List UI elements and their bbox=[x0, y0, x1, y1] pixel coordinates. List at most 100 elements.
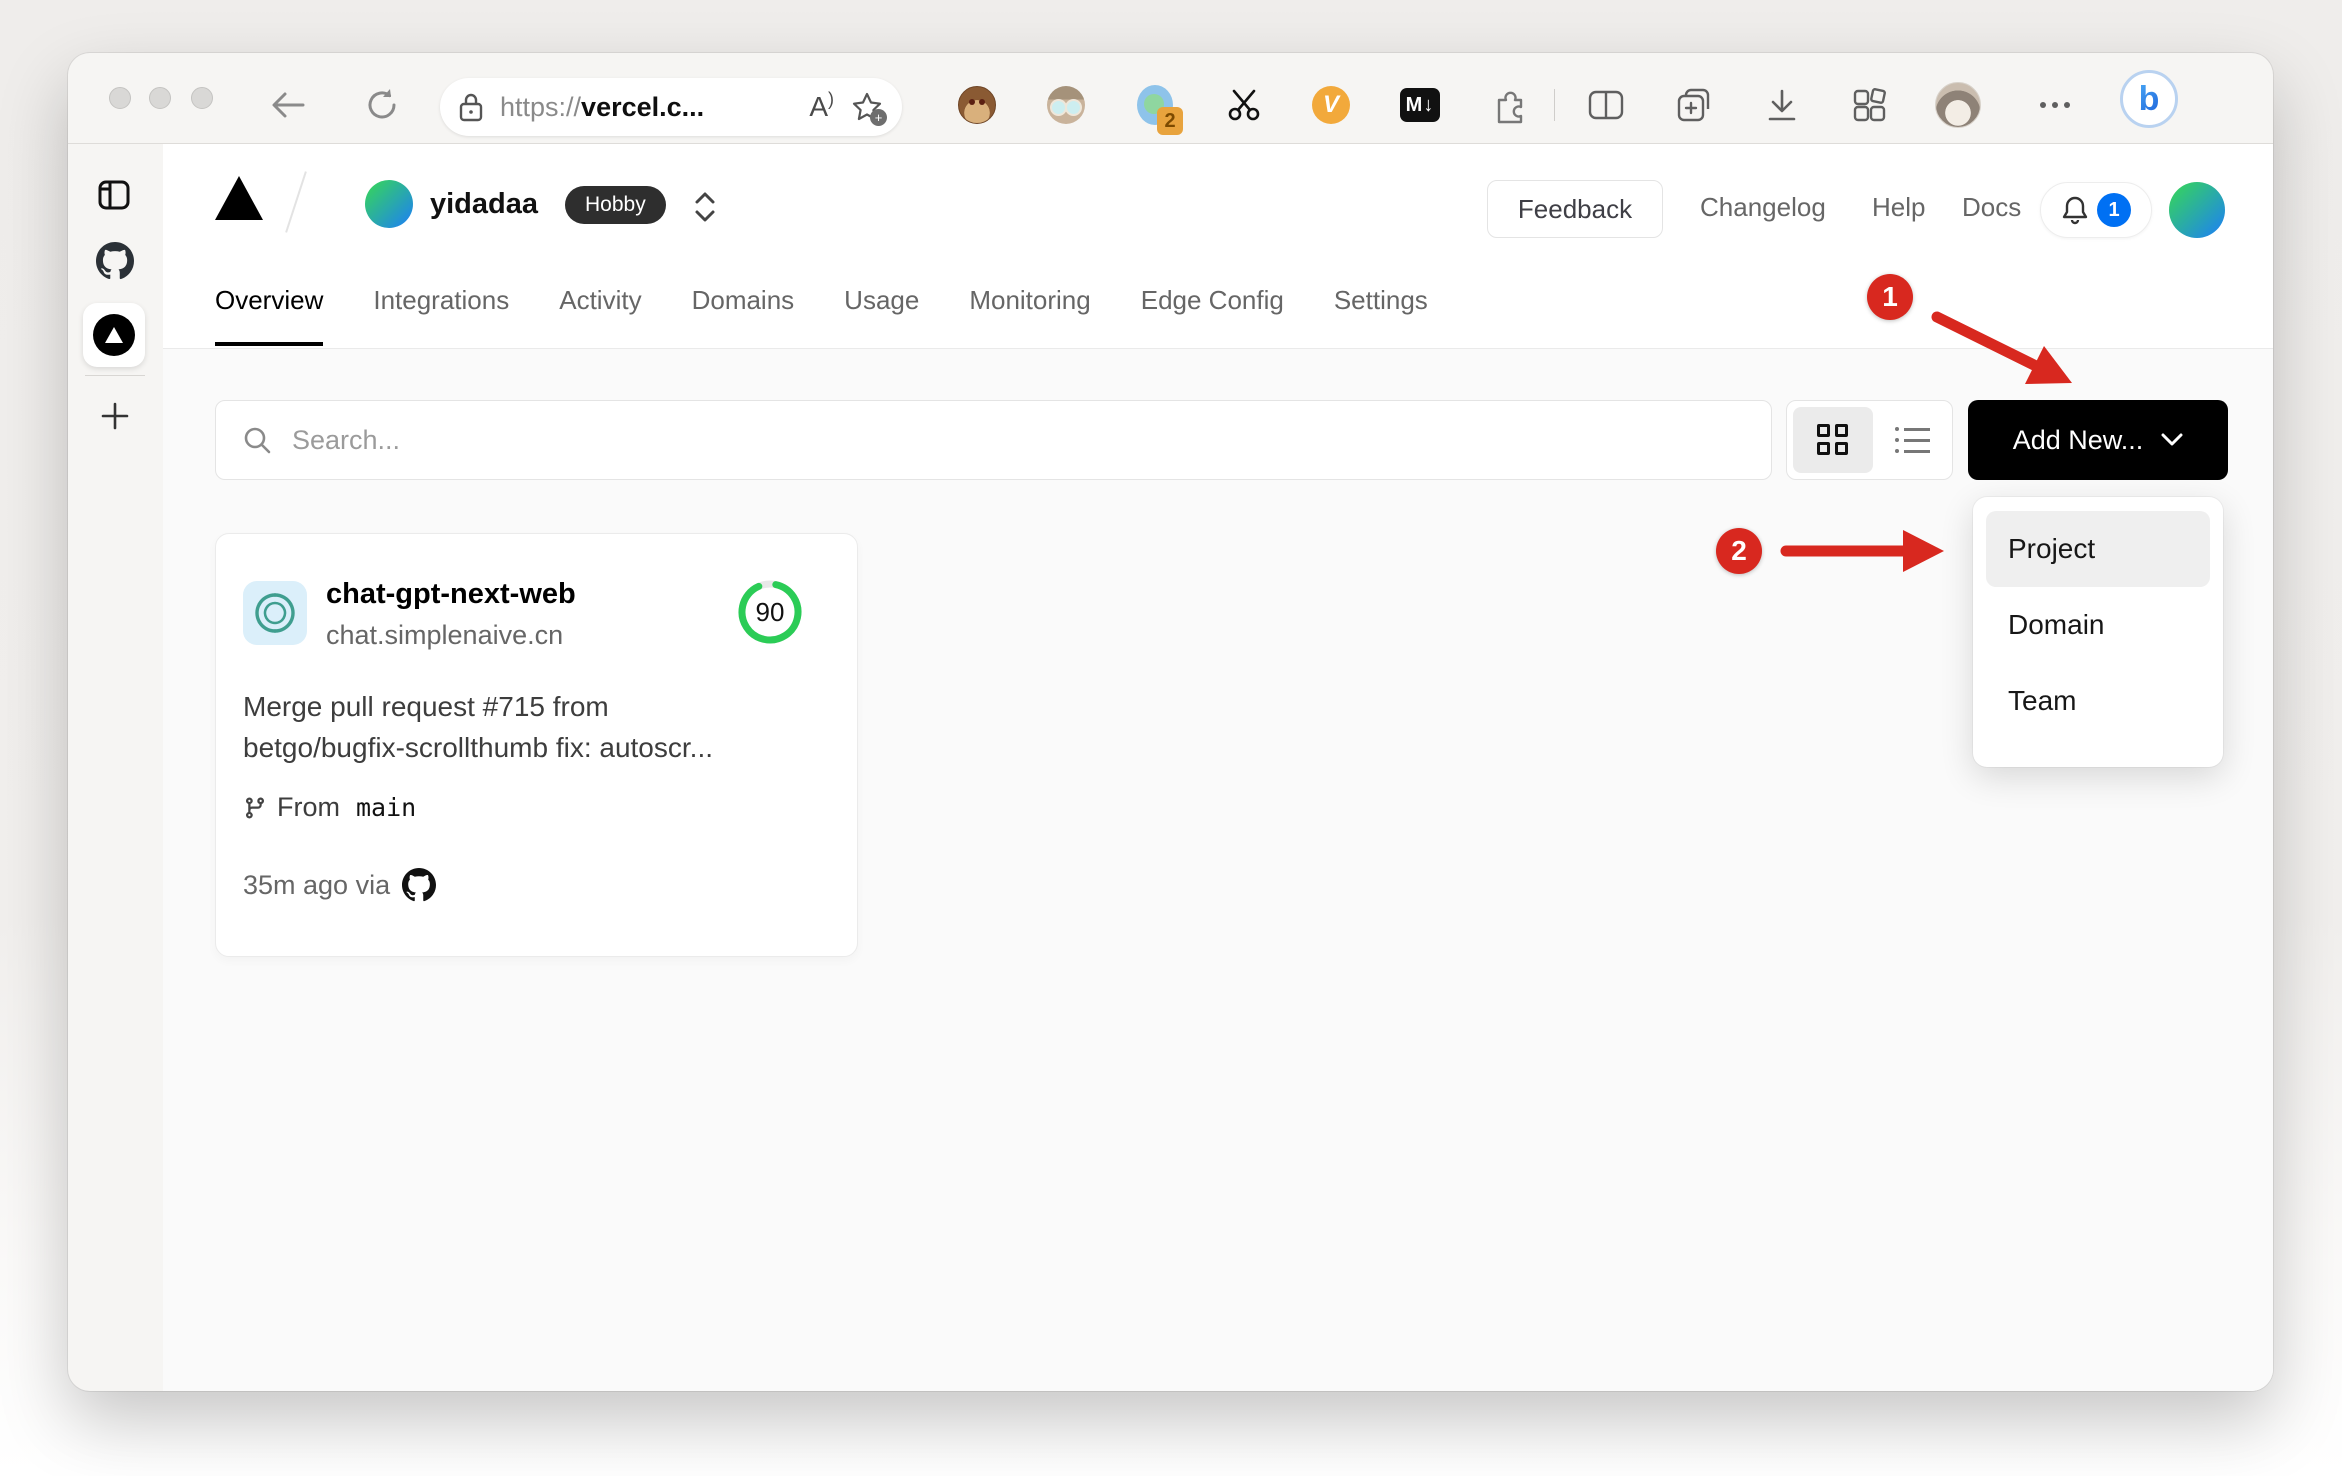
grid-view-button[interactable] bbox=[1793, 407, 1873, 473]
project-domain[interactable]: chat.simplenaive.cn bbox=[326, 620, 563, 651]
url-text: https://vercel.c... bbox=[500, 92, 704, 123]
reload-icon bbox=[368, 89, 396, 119]
extension-translate[interactable]: 2 bbox=[1133, 83, 1183, 135]
sidebar-divider bbox=[85, 375, 145, 376]
menu-item-project[interactable]: Project bbox=[1986, 511, 2210, 587]
browser-essentials-icon bbox=[1853, 88, 1886, 122]
traffic-light-minimize[interactable] bbox=[149, 87, 171, 109]
extensions-menu[interactable] bbox=[1488, 83, 1532, 127]
search-box bbox=[215, 400, 1772, 480]
lock-icon bbox=[459, 93, 483, 122]
plus-icon: + bbox=[870, 109, 887, 126]
score-value: 90 bbox=[755, 596, 785, 627]
deployment-meta: 35m ago via bbox=[243, 868, 437, 902]
notification-count-badge: 1 bbox=[2097, 193, 2131, 227]
ellipsis-icon bbox=[2040, 102, 2070, 108]
tab-settings[interactable]: Settings bbox=[1334, 285, 1428, 346]
monkey-icon bbox=[958, 86, 996, 124]
branch-prefix: From bbox=[277, 792, 340, 822]
bing-icon: b bbox=[2120, 70, 2178, 128]
bing-chat-button[interactable]: b bbox=[2120, 70, 2178, 128]
vertical-tab-vercel-active[interactable] bbox=[83, 303, 145, 367]
reader-mode-icon[interactable]: A) bbox=[809, 89, 834, 123]
tab-integrations[interactable]: Integrations bbox=[373, 285, 509, 346]
annotation-step-1: 1 bbox=[1867, 274, 1913, 320]
collections-button[interactable] bbox=[1671, 83, 1715, 127]
new-tab-button[interactable] bbox=[99, 400, 131, 432]
annotation-step-2: 2 bbox=[1716, 528, 1762, 574]
scissors-icon bbox=[1228, 89, 1260, 121]
toolbar-divider bbox=[1554, 89, 1555, 121]
branch-row: From main bbox=[243, 792, 416, 823]
team-avatar[interactable] bbox=[365, 180, 413, 228]
project-name[interactable]: chat-gpt-next-web bbox=[326, 578, 576, 611]
list-view-button[interactable] bbox=[1873, 401, 1953, 479]
add-favorite-icon[interactable]: + bbox=[850, 90, 887, 126]
download-icon bbox=[1768, 89, 1796, 121]
chevron-down-icon bbox=[2161, 433, 2183, 446]
back-button[interactable] bbox=[266, 83, 310, 127]
project-logo bbox=[243, 581, 307, 645]
browser-window: https://vercel.c... A) + 2 V M↓ b yidada… bbox=[68, 53, 2273, 1391]
help-link[interactable]: Help bbox=[1872, 192, 1925, 223]
split-screen-icon bbox=[1588, 90, 1624, 120]
tab-activity[interactable]: Activity bbox=[559, 285, 641, 346]
openai-icon bbox=[255, 593, 295, 633]
tab-usage[interactable]: Usage bbox=[844, 285, 919, 346]
changelog-link[interactable]: Changelog bbox=[1700, 192, 1826, 223]
search-input[interactable] bbox=[292, 424, 1692, 456]
vercel-page: yidadaa Hobby Feedback Changelog Help Do… bbox=[163, 144, 2273, 1391]
traffic-light-close[interactable] bbox=[109, 87, 131, 109]
back-arrow-icon bbox=[272, 92, 305, 118]
dashboard-tabs: Overview Integrations Activity Domains U… bbox=[215, 285, 1428, 346]
team-switcher-button[interactable] bbox=[693, 190, 717, 229]
docs-link[interactable]: Docs bbox=[1962, 192, 2021, 223]
vertical-tab-github[interactable] bbox=[96, 242, 134, 280]
profile-avatar bbox=[1935, 82, 1981, 128]
feedback-button[interactable]: Feedback bbox=[1487, 180, 1663, 238]
url-host: vercel.c... bbox=[581, 91, 705, 122]
person-glasses-icon bbox=[1047, 86, 1085, 124]
list-view-icon bbox=[1895, 427, 1930, 453]
bell-icon bbox=[2062, 196, 2088, 225]
grid-view-icon bbox=[1816, 424, 1849, 456]
traffic-light-zoom[interactable] bbox=[191, 87, 213, 109]
tab-edge-config[interactable]: Edge Config bbox=[1141, 285, 1284, 346]
extension-persona[interactable] bbox=[1044, 83, 1088, 127]
commit-line-1: Merge pull request #715 from bbox=[243, 691, 609, 722]
team-name[interactable]: yidadaa bbox=[430, 188, 538, 221]
split-screen-button[interactable] bbox=[1584, 83, 1628, 127]
menu-item-team[interactable]: Team bbox=[1986, 663, 2210, 739]
settings-more-button[interactable] bbox=[2033, 83, 2077, 127]
address-bar[interactable]: https://vercel.c... A) + bbox=[440, 78, 902, 136]
essentials-button[interactable] bbox=[1847, 83, 1891, 127]
score-ring[interactable]: 90 bbox=[737, 579, 803, 645]
v-icon: V bbox=[1312, 86, 1350, 124]
markdown-icon: M↓ bbox=[1400, 88, 1440, 122]
plus-icon bbox=[101, 402, 129, 430]
tab-actions-button[interactable] bbox=[97, 178, 131, 212]
collections-icon bbox=[1677, 88, 1710, 122]
add-new-button[interactable]: Add New... bbox=[1968, 400, 2228, 480]
tab-domains[interactable]: Domains bbox=[692, 285, 795, 346]
deployment-time: 35m ago via bbox=[243, 869, 391, 900]
plan-badge: Hobby bbox=[565, 186, 666, 224]
extension-clipper[interactable] bbox=[1222, 83, 1266, 127]
extension-markdown[interactable]: M↓ bbox=[1398, 83, 1442, 127]
menu-item-domain[interactable]: Domain bbox=[1986, 587, 2210, 663]
reload-button[interactable] bbox=[360, 83, 404, 127]
vercel-logo[interactable] bbox=[215, 176, 263, 220]
url-scheme: https:// bbox=[500, 91, 582, 122]
tab-monitoring[interactable]: Monitoring bbox=[969, 285, 1090, 346]
branch-name: main bbox=[356, 793, 417, 822]
project-card[interactable]: chat-gpt-next-web chat.simplenaive.cn 90… bbox=[215, 533, 858, 957]
profile-button[interactable] bbox=[1934, 82, 1982, 128]
notifications-button[interactable]: 1 bbox=[2040, 182, 2152, 238]
tab-overview[interactable]: Overview bbox=[215, 285, 324, 346]
extension-v[interactable]: V bbox=[1309, 83, 1353, 127]
downloads-button[interactable] bbox=[1760, 83, 1804, 127]
breadcrumb-slash bbox=[285, 171, 307, 233]
user-avatar[interactable] bbox=[2169, 182, 2225, 238]
puzzle-icon bbox=[1497, 91, 1523, 124]
extension-tampermonkey[interactable] bbox=[955, 83, 999, 127]
